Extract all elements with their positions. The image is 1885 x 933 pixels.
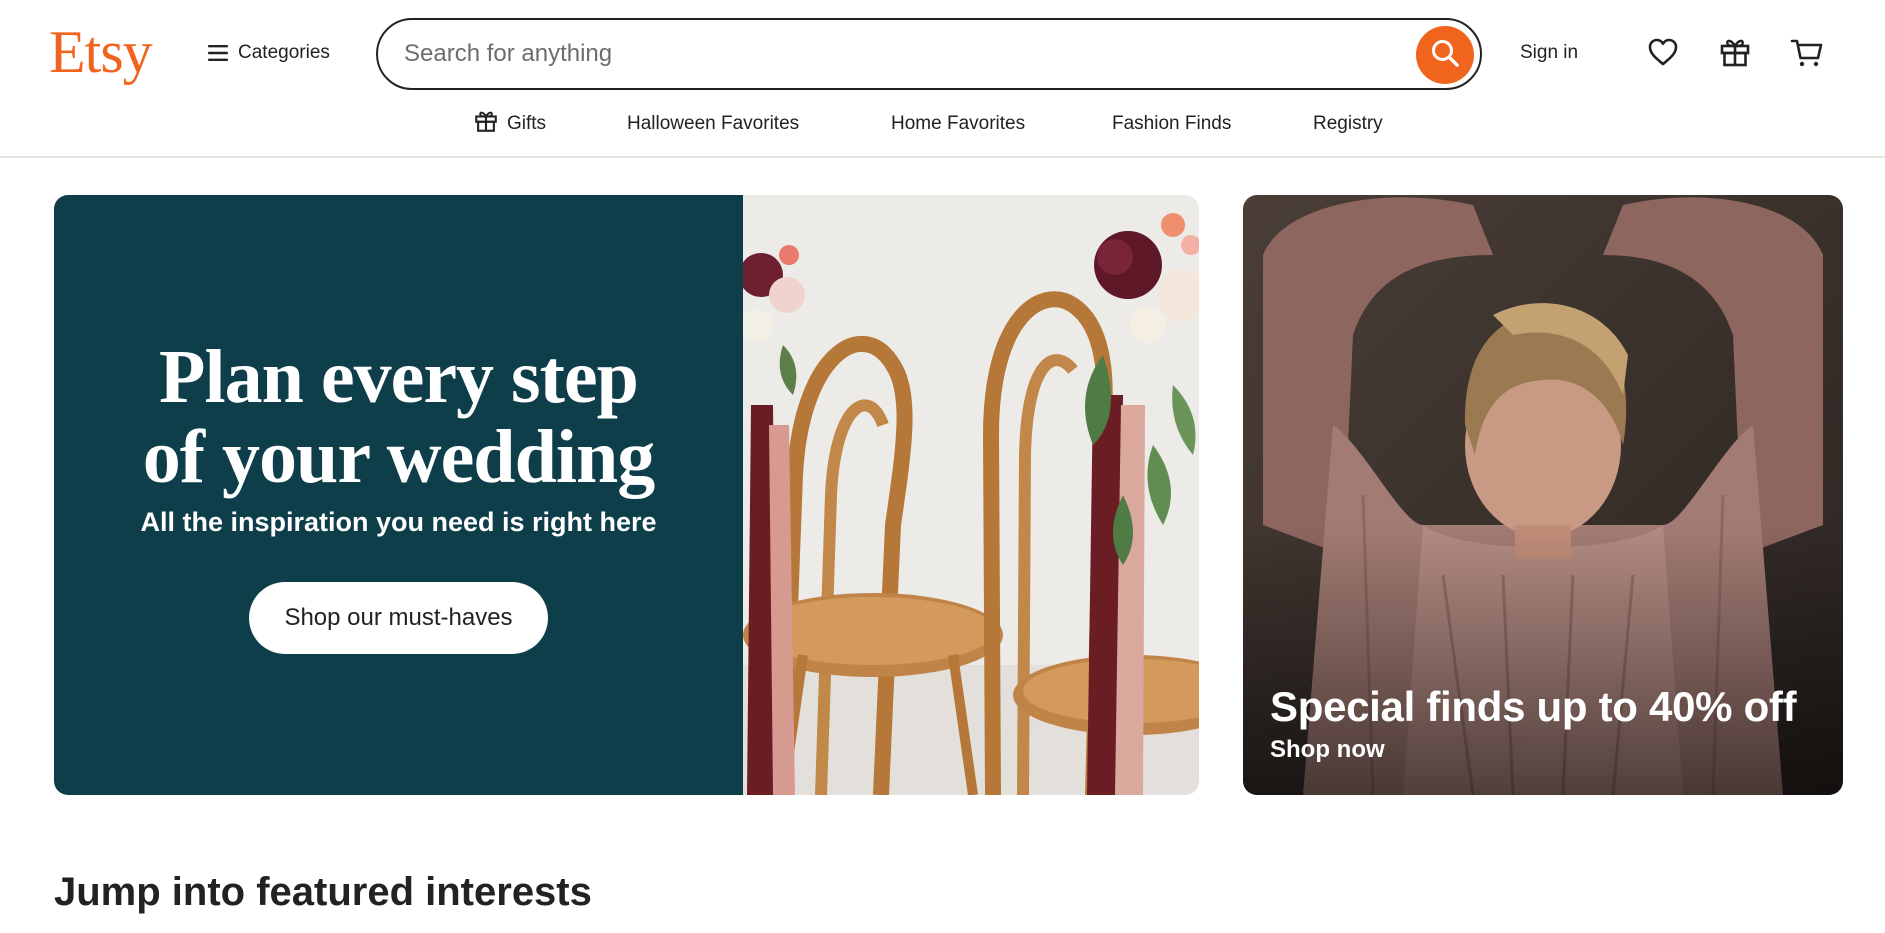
cart-button[interactable] <box>1787 34 1827 74</box>
subnav-item-label: Halloween Favorites <box>627 113 800 134</box>
subnav-item-registry[interactable]: Registry <box>1313 106 1383 142</box>
promo-title: Special finds up to 40% off <box>1270 683 1797 730</box>
shop-must-haves-button[interactable]: Shop our must-haves <box>249 582 548 654</box>
etsy-logo[interactable]: Etsy <box>49 16 153 88</box>
hero-title: Plan every step of your wedding <box>54 337 743 497</box>
sign-in-link[interactable]: Sign in <box>1520 38 1578 68</box>
site-header: Etsy Categories Sign in <box>0 0 1885 158</box>
subnav-item-label: Fashion Finds <box>1112 113 1232 134</box>
favorites-button[interactable] <box>1643 34 1683 74</box>
wedding-chairs-image[interactable] <box>739 195 1199 795</box>
subnav-item-fashion-finds[interactable]: Fashion Finds <box>1112 106 1231 142</box>
featured-interests-heading: Jump into featured interests <box>54 870 592 914</box>
search-icon <box>1430 38 1460 73</box>
gift-mode-button[interactable] <box>1715 34 1755 74</box>
search-button[interactable] <box>1416 26 1474 84</box>
wedding-hero-banner: Plan every step of your wedding All the … <box>54 195 1199 795</box>
subnav-item-label: Registry <box>1313 113 1383 134</box>
subnav-item-label: Gifts <box>507 113 547 134</box>
special-finds-promo[interactable]: Special finds up to 40% off Shop now <box>1243 195 1843 795</box>
cart-icon <box>1790 36 1824 73</box>
search-input[interactable] <box>404 20 1364 87</box>
hero-title-line: Plan every step <box>159 335 639 419</box>
subnav-item-halloween-favorites[interactable]: Halloween Favorites <box>627 106 799 142</box>
hero-text-panel: Plan every step of your wedding All the … <box>54 195 743 795</box>
subnav-item-label: Home Favorites <box>891 113 1026 134</box>
gift-icon <box>474 109 498 139</box>
heart-icon <box>1647 37 1679 72</box>
shop-now-link[interactable]: Shop now <box>1270 736 1385 764</box>
gift-icon <box>1719 36 1751 73</box>
categories-label: Categories <box>238 42 330 63</box>
subnav-item-home-favorites[interactable]: Home Favorites <box>891 106 1025 142</box>
hero-subtitle: All the inspiration you need is right he… <box>140 507 657 537</box>
hamburger-menu-icon <box>208 44 228 62</box>
hero-title-line: of your wedding <box>142 415 655 499</box>
categories-button[interactable]: Categories <box>208 38 330 68</box>
subnav-item-gifts[interactable]: Gifts <box>474 106 546 142</box>
sub-navigation: Gifts Halloween Favorites Home Favorites… <box>0 106 1885 142</box>
search-bar <box>376 18 1482 90</box>
